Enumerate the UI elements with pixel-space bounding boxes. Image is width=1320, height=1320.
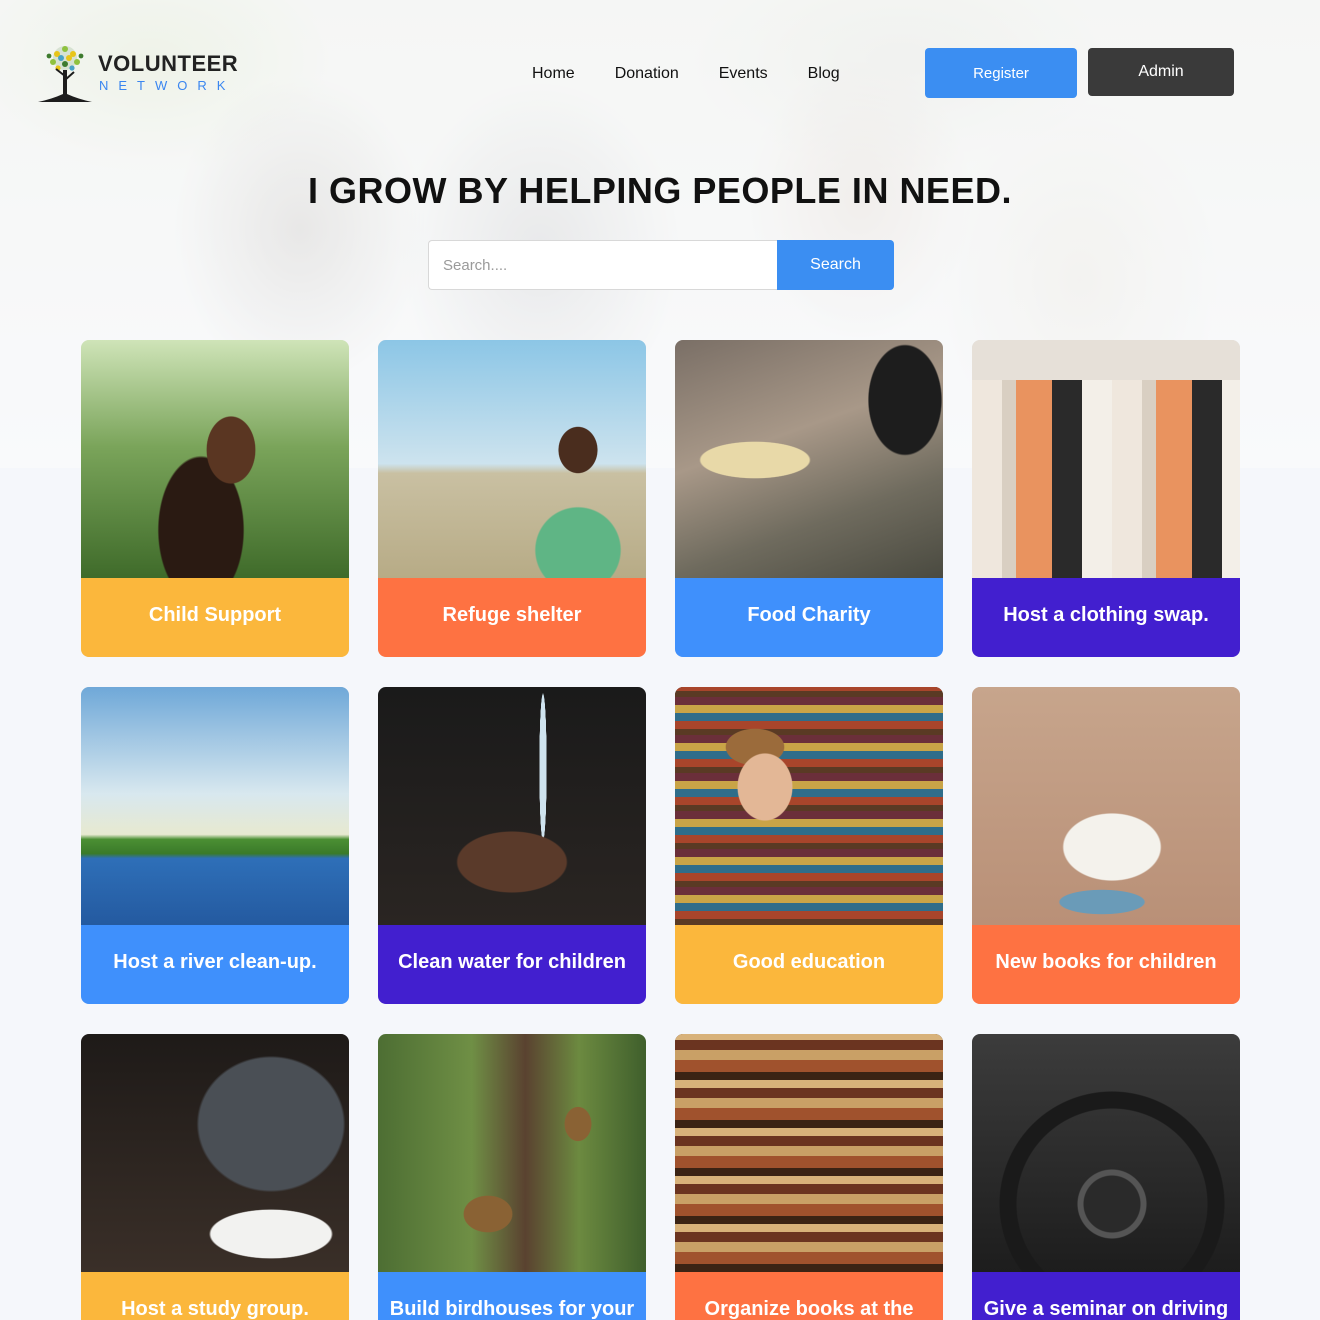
card-image [675,1034,943,1272]
cause-card-good-education[interactable]: Good education [675,687,943,1004]
card-label: Refuge shelter [378,578,646,657]
card-label: Give a seminar on driving safety [972,1272,1240,1320]
card-image [378,340,646,578]
nav-donation[interactable]: Donation [615,62,679,86]
card-image [81,1034,349,1272]
cause-card-library-books[interactable]: Organize books at the library [675,1034,943,1320]
card-label: Good education [675,925,943,1004]
cause-card-child-support[interactable]: Child Support [81,340,349,657]
card-image [81,687,349,925]
cause-card-clean-water[interactable]: Clean water for children [378,687,646,1004]
card-label: Host a clothing swap. [972,578,1240,657]
main-nav: Home Donation Events Blog [532,62,880,86]
cause-card-driving-seminar[interactable]: Give a seminar on driving safety [972,1034,1240,1320]
card-label: Host a study group. [81,1272,349,1320]
card-image [972,1034,1240,1272]
cause-card-grid: Child Support Refuge shelter Food Charit… [81,340,1241,1320]
brand-subtitle: NETWORK [99,78,236,93]
cause-card-clothing-swap[interactable]: Host a clothing swap. [972,340,1240,657]
card-image [81,340,349,578]
brand-name: VOLUNTEER [98,51,239,76]
cause-card-food-charity[interactable]: Food Charity [675,340,943,657]
card-label: Host a river clean-up. [81,925,349,1004]
card-label: Build birdhouses for your neighbors [378,1272,646,1320]
search-button[interactable]: Search [777,240,894,290]
site-header: VOLUNTEER NETWORK Home Donation Events B… [0,0,1320,140]
cause-card-refuge-shelter[interactable]: Refuge shelter [378,340,646,657]
cause-card-new-books[interactable]: New books for children [972,687,1240,1004]
card-image [972,687,1240,925]
nav-events[interactable]: Events [719,62,768,86]
card-image [378,687,646,925]
card-image [675,687,943,925]
cause-card-study-group[interactable]: Host a study group. [81,1034,349,1320]
hero-headline: I GROW BY HELPING PEOPLE IN NEED. [308,170,1012,211]
search-bar: Search [428,240,894,290]
nav-blog[interactable]: Blog [808,62,840,86]
card-label: Child Support [81,578,349,657]
card-image [972,340,1240,578]
card-image [378,1034,646,1272]
cause-card-river-clean-up[interactable]: Host a river clean-up. [81,687,349,1004]
register-button[interactable]: Register [925,48,1077,98]
search-input[interactable] [428,240,777,290]
cause-card-birdhouses[interactable]: Build birdhouses for your neighbors [378,1034,646,1320]
card-image [675,340,943,578]
tree-logo-icon [38,46,92,102]
nav-home[interactable]: Home [532,62,575,86]
card-label: Clean water for children [378,925,646,1004]
card-label: Food Charity [675,578,943,657]
card-label: Organize books at the library [675,1272,943,1320]
card-label: New books for children [972,925,1240,1004]
site-logo[interactable]: VOLUNTEER NETWORK [34,42,244,106]
admin-button[interactable]: Admin [1088,48,1234,96]
